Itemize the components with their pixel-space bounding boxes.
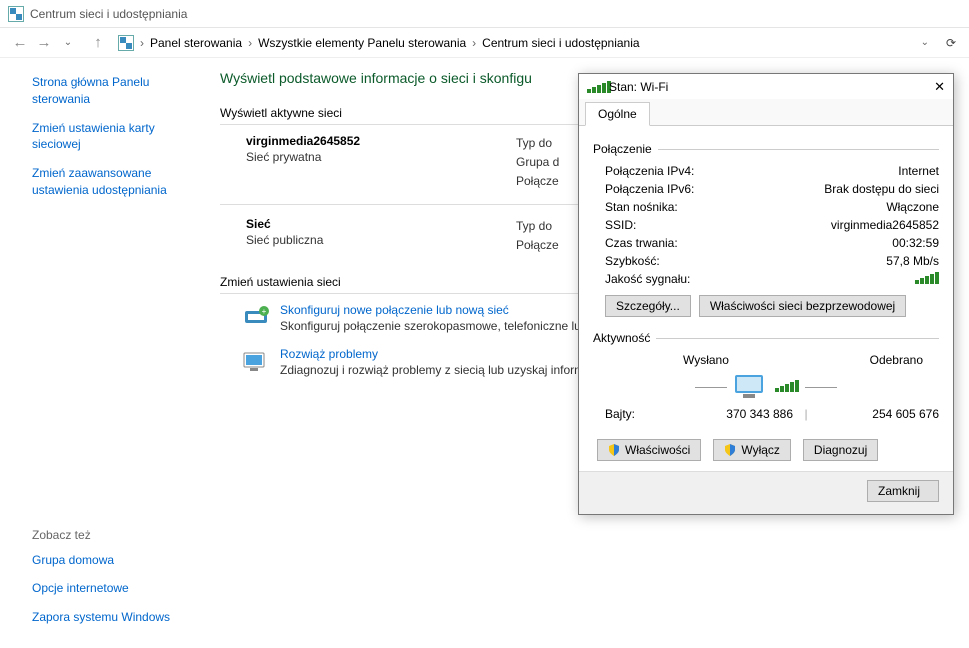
shield-icon — [724, 444, 736, 456]
breadcrumb-item[interactable]: Wszystkie elementy Panelu sterowania — [258, 36, 466, 50]
duration-label: Czas trwania: — [605, 236, 678, 250]
divider: | — [793, 407, 819, 421]
breadcrumb-dropdown[interactable]: ⌄ — [921, 37, 929, 48]
wifi-status-dialog: Stan: Wi-Fi ✕ Ogólne Połączenie Połączen… — [578, 73, 954, 515]
ipv4-label: Połączenia IPv4: — [605, 164, 694, 178]
signal-quality-label: Jakość sygnału: — [605, 272, 690, 287]
breadcrumb-item[interactable]: Centrum sieci i udostępniania — [482, 36, 639, 50]
sent-label: Wysłano — [683, 353, 729, 367]
wifi-icon — [775, 380, 799, 395]
shield-icon — [608, 444, 620, 456]
tab-general[interactable]: Ogólne — [585, 102, 650, 126]
sidebar-link-firewall[interactable]: Zapora systemu Windows — [32, 609, 200, 626]
received-label: Odebrano — [870, 353, 923, 367]
sidebar-link-home[interactable]: Strona główna Panelu sterowania — [32, 74, 200, 108]
chevron-right-icon: › — [140, 36, 144, 50]
dialog-body: Połączenie Połączenia IPv4: Internet Połą… — [579, 126, 953, 471]
close-button[interactable]: ✕ — [913, 79, 945, 95]
dialog-tabs: Ogólne — [579, 99, 953, 126]
control-panel-icon — [118, 35, 134, 51]
sidebar-link-internet-options[interactable]: Opcje internetowe — [32, 580, 200, 597]
network-details: Typ do Połącze — [516, 217, 559, 255]
window-titlebar: Centrum sieci i udostępniania — [0, 0, 969, 28]
network-name: virginmedia2645852 — [246, 134, 516, 148]
chevron-right-icon: › — [472, 36, 476, 50]
navbar: ← → ⌄ ↑ › Panel sterowania › Wszystkie e… — [0, 28, 969, 58]
ssid-value: virginmedia2645852 — [831, 218, 939, 232]
sidebar-footer-heading: Zobacz też — [32, 528, 200, 542]
speed-value: 57,8 Mb/s — [886, 254, 939, 268]
svg-text:+: + — [262, 307, 267, 316]
chevron-right-icon: › — [248, 36, 252, 50]
ipv6-label: Połączenia IPv6: — [605, 182, 694, 196]
back-button[interactable]: ← — [8, 31, 32, 55]
activity-graphic — [593, 373, 939, 401]
forward-button[interactable]: → — [32, 31, 56, 55]
network-type: Sieć prywatna — [246, 150, 516, 164]
bytes-received-value: 254 605 676 — [819, 407, 939, 421]
ipv6-value: Brak dostępu do sieci — [824, 182, 939, 196]
connection-section-label: Połączenie — [593, 142, 939, 156]
window-title: Centrum sieci i udostępniania — [30, 7, 187, 21]
sidebar-link-homegroup[interactable]: Grupa domowa — [32, 552, 200, 569]
network-details: Typ do Grupa d Połącze — [516, 134, 559, 192]
media-state-value: Włączone — [886, 200, 939, 214]
recent-dropdown[interactable]: ⌄ — [56, 31, 80, 55]
ipv4-value: Internet — [898, 164, 939, 178]
breadcrumb[interactable]: › Panel sterowania › Wszystkie elementy … — [118, 35, 921, 51]
close-dialog-button[interactable]: Zamknij — [867, 480, 939, 502]
diagnose-button[interactable]: Diagnozuj — [803, 439, 878, 461]
task-link-troubleshoot[interactable]: Rozwiąż problemy — [280, 347, 581, 361]
sidebar: Strona główna Panelu sterowania Zmień us… — [0, 58, 210, 648]
dialog-title: Stan: Wi-Fi — [609, 80, 913, 94]
new-connection-icon: + — [242, 303, 270, 331]
network-name: Sieć — [246, 217, 516, 231]
disable-button[interactable]: Wyłącz — [713, 439, 791, 461]
wireless-properties-button[interactable]: Właściwości sieci bezprzewodowej — [699, 295, 906, 317]
duration-value: 00:32:59 — [892, 236, 939, 250]
media-state-label: Stan nośnika: — [605, 200, 678, 214]
troubleshoot-icon — [242, 347, 270, 375]
wifi-icon — [587, 81, 603, 93]
refresh-button[interactable]: ⟳ — [941, 33, 961, 53]
bytes-sent-value: 370 343 886 — [673, 407, 793, 421]
ssid-label: SSID: — [605, 218, 636, 232]
sidebar-link-sharing[interactable]: Zmień zaawansowane ustawienia udostępnia… — [32, 165, 200, 199]
control-panel-icon — [8, 6, 24, 22]
task-desc: Zdiagnozuj i rozwiąż problemy z siecią l… — [280, 363, 581, 377]
details-button[interactable]: Szczegóły... — [605, 295, 691, 317]
dialog-titlebar: Stan: Wi-Fi ✕ — [579, 74, 953, 99]
up-button[interactable]: ↑ — [86, 31, 110, 55]
signal-quality-icon — [915, 272, 939, 287]
computer-icon — [733, 373, 769, 401]
sidebar-link-adapter[interactable]: Zmień ustawienia karty sieciowej — [32, 120, 200, 154]
activity-section-label: Aktywność — [593, 331, 939, 345]
bytes-label: Bajty: — [605, 407, 673, 421]
dialog-footer: Zamknij — [579, 471, 953, 514]
network-type: Sieć publiczna — [246, 233, 516, 247]
breadcrumb-item[interactable]: Panel sterowania — [150, 36, 242, 50]
properties-button[interactable]: Właściwości — [597, 439, 701, 461]
speed-label: Szybkość: — [605, 254, 660, 268]
